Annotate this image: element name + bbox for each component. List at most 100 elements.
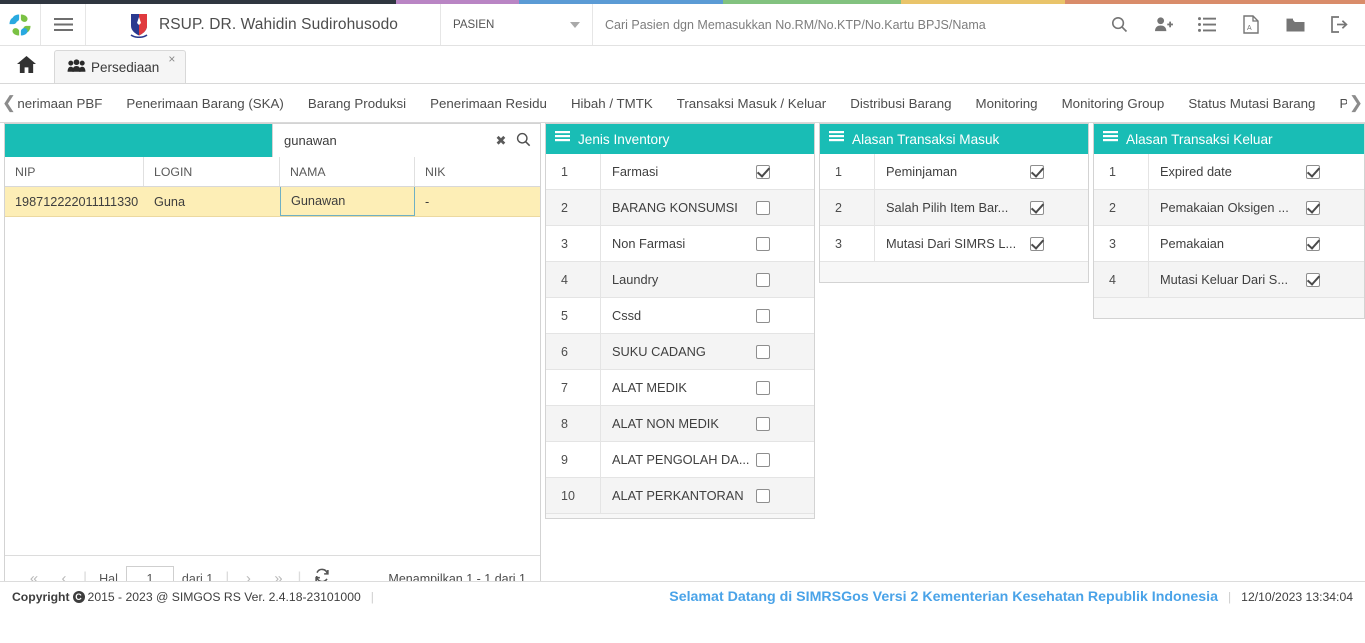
list-item[interactable]: 2 Salah Pilih Item Bar...	[820, 190, 1088, 226]
checkbox-unchecked-icon[interactable]	[756, 236, 770, 251]
list-item[interactable]: 2 Pemakaian Oksigen ...	[1094, 190, 1364, 226]
checkbox-unchecked-icon[interactable]	[756, 308, 770, 323]
list-item[interactable]: 6 SUKU CADANG	[546, 334, 814, 370]
list-item[interactable]: 3 Mutasi Dari SIMRS L...	[820, 226, 1088, 262]
list-item-checkbox-cell[interactable]	[756, 334, 814, 369]
checkbox-checked-icon[interactable]	[1030, 164, 1044, 179]
list-item[interactable]: 1 Peminjaman	[820, 154, 1088, 190]
nav-scroll-left-button[interactable]: ❮	[0, 84, 18, 122]
panel-header: Alasan Transaksi Masuk	[820, 124, 1088, 154]
nav-item-penerimaan-barang-ska[interactable]: Penerimaan Barang (SKA)	[114, 84, 295, 122]
grid-search-input[interactable]	[282, 132, 490, 149]
header-icon-group: A	[1097, 4, 1365, 45]
nav-item-label: Penerimaan Barang (SKA)	[126, 95, 284, 111]
list-item[interactable]: 1 Expired date	[1094, 154, 1364, 190]
list-item-checkbox-cell[interactable]	[1306, 262, 1364, 297]
checkbox-unchecked-icon[interactable]	[756, 344, 770, 359]
checkbox-checked-icon[interactable]	[1030, 236, 1044, 251]
nav-item-pengaturan[interactable]: Pengaturan	[1327, 84, 1347, 122]
list-item[interactable]: 1 Farmasi	[546, 154, 814, 190]
main-content: ✖ NIP LOGIN NAMA NIK 198712222011111330G…	[0, 123, 1365, 612]
checkbox-checked-icon[interactable]	[1306, 200, 1320, 215]
users-icon	[67, 58, 86, 76]
checkbox-checked-icon[interactable]	[1030, 200, 1044, 215]
logout-icon[interactable]	[1317, 4, 1361, 46]
search-icon[interactable]	[512, 132, 534, 150]
list-item-checkbox-cell[interactable]	[1306, 154, 1364, 189]
checkbox-unchecked-icon[interactable]	[756, 488, 770, 503]
list-item-checkbox-cell[interactable]	[1030, 154, 1088, 189]
nav-scroll-right-button[interactable]: ❯	[1347, 84, 1365, 122]
checkbox-unchecked-icon[interactable]	[756, 380, 770, 395]
column-header-nik[interactable]: NIK	[415, 157, 540, 186]
nav-item-monitoring-group[interactable]: Monitoring Group	[1050, 84, 1177, 122]
list-item-checkbox-cell[interactable]	[756, 262, 814, 297]
list-item-number: 1	[820, 154, 875, 189]
list-item-checkbox-cell[interactable]	[1306, 190, 1364, 225]
list-item-checkbox-cell[interactable]	[756, 442, 814, 477]
clear-icon[interactable]: ✖	[490, 133, 512, 149]
checkbox-checked-icon[interactable]	[1306, 164, 1320, 179]
checkbox-unchecked-icon[interactable]	[756, 200, 770, 215]
list-item[interactable]: 3 Non Farmasi	[546, 226, 814, 262]
nav-item-status-mutasi-barang[interactable]: Status Mutasi Barang	[1176, 84, 1327, 122]
list-item-checkbox-cell[interactable]	[756, 226, 814, 261]
list-item[interactable]: 5 Cssd	[546, 298, 814, 334]
nav-item-hibah-tmtk[interactable]: Hibah / TMTK	[559, 84, 665, 122]
column-header-nip[interactable]: NIP	[5, 157, 144, 186]
list-item-checkbox-cell[interactable]	[1306, 226, 1364, 261]
table-cell-nip[interactable]: 198712222011111330	[5, 187, 144, 216]
document-tab[interactable]: Persediaan ×	[54, 50, 187, 83]
checkbox-checked-icon[interactable]	[1306, 236, 1320, 251]
list-item-checkbox-cell[interactable]	[756, 370, 814, 405]
table-cell-nama[interactable]: Gunawan	[280, 187, 415, 216]
list-item[interactable]: 4 Laundry	[546, 262, 814, 298]
search-icon[interactable]	[1097, 4, 1141, 46]
list-item[interactable]: 3 Pemakaian	[1094, 226, 1364, 262]
list-item[interactable]: 9 ALAT PENGOLAH DA...	[546, 442, 814, 478]
list-item[interactable]: 10 ALAT PERKANTORAN	[546, 478, 814, 514]
list-item-number: 2	[820, 190, 875, 225]
list-item-checkbox-cell[interactable]	[1030, 190, 1088, 225]
close-icon[interactable]: ×	[168, 52, 175, 66]
grid-search-box: ✖	[272, 124, 540, 157]
list-item[interactable]: 8 ALAT NON MEDIK	[546, 406, 814, 442]
checkbox-checked-icon[interactable]	[756, 164, 770, 179]
add-user-icon[interactable]	[1141, 4, 1185, 46]
nav-item-distribusi-barang[interactable]: Distribusi Barang	[838, 84, 963, 122]
column-header-nama[interactable]: NAMA	[280, 157, 415, 186]
module-select[interactable]: PASIEN	[441, 4, 593, 45]
list-icon[interactable]	[1185, 4, 1229, 46]
welcome-message: Selamat Datang di SIMRSGos Versi 2 Kemen…	[669, 589, 1218, 605]
checkbox-unchecked-icon[interactable]	[756, 452, 770, 467]
column-header-login[interactable]: LOGIN	[144, 157, 280, 186]
list-item-checkbox-cell[interactable]	[1030, 226, 1088, 261]
list-item-checkbox-cell[interactable]	[756, 478, 814, 513]
table-cell-nik[interactable]: -	[415, 187, 540, 216]
list-item[interactable]: 7 ALAT MEDIK	[546, 370, 814, 406]
simgos-logo[interactable]	[0, 4, 41, 45]
home-tab-button[interactable]	[6, 46, 46, 83]
checkbox-unchecked-icon[interactable]	[756, 416, 770, 431]
list-item-checkbox-cell[interactable]	[756, 298, 814, 333]
nav-item-barang-produksi[interactable]: Barang Produksi	[296, 84, 418, 122]
nav-item-penerimaan-residu[interactable]: Penerimaan Residu	[418, 84, 559, 122]
checkbox-unchecked-icon[interactable]	[756, 272, 770, 287]
list-item[interactable]: 4 Mutasi Keluar Dari S...	[1094, 262, 1364, 298]
pdf-icon[interactable]: A	[1229, 4, 1273, 46]
list-item-checkbox-cell[interactable]	[756, 406, 814, 441]
sidebar-toggle-button[interactable]	[41, 4, 86, 45]
global-search-input[interactable]	[603, 16, 1087, 33]
list-item[interactable]: 2 BARANG KONSUMSI	[546, 190, 814, 226]
footer-divider-2: |	[1228, 590, 1232, 604]
table-row[interactable]: 198712222011111330 Guna Gunawan -	[5, 187, 540, 217]
list-item-checkbox-cell[interactable]	[756, 154, 814, 189]
nav-item-transaksi-masuk-keluar[interactable]: Transaksi Masuk / Keluar	[665, 84, 839, 122]
nav-item-monitoring[interactable]: Monitoring	[964, 84, 1050, 122]
checkbox-checked-icon[interactable]	[1306, 272, 1320, 287]
list-item-checkbox-cell[interactable]	[756, 190, 814, 225]
folder-icon[interactable]	[1273, 4, 1317, 46]
svg-text:A: A	[1247, 25, 1252, 32]
table-cell-login[interactable]: Guna	[144, 187, 280, 216]
nav-item-enerimaan-pbf[interactable]: enerimaan PBF	[18, 84, 114, 122]
